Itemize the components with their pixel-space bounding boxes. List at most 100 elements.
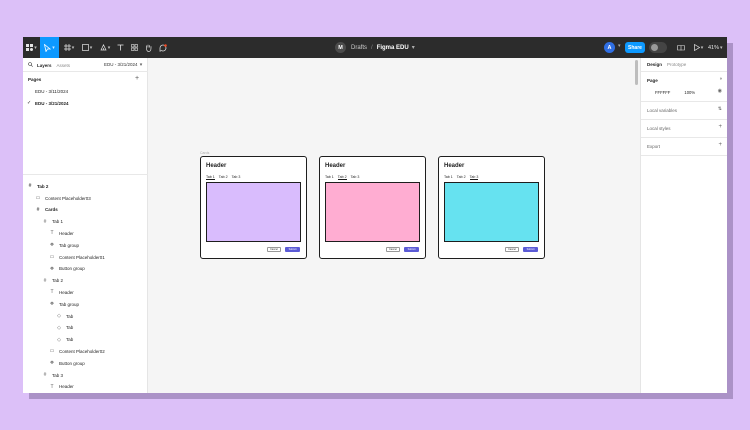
card-tab[interactable]: Tab 3 — [469, 175, 479, 180]
local-styles-label[interactable]: Local styles — [647, 126, 671, 131]
present-button[interactable]: ▾ — [691, 37, 706, 58]
tab-layers[interactable]: Layers — [37, 63, 52, 68]
search-icon[interactable] — [28, 62, 33, 68]
fill-opacity-value[interactable]: 100% — [684, 90, 695, 95]
shape-tool-button[interactable]: ▾ — [78, 37, 96, 58]
layer-label: Header — [59, 384, 74, 390]
tab-prototype[interactable]: Prototype — [667, 62, 686, 67]
card-tab[interactable]: Tab 1 — [325, 175, 334, 180]
move-tool-button[interactable]: ▾ — [40, 37, 59, 58]
cancel-button[interactable]: Cancel — [267, 247, 281, 252]
layer-label: Tab 3 — [52, 372, 64, 378]
pen-tool-button[interactable]: ▾ — [96, 37, 114, 58]
card-tab[interactable]: Tab 2 — [337, 175, 347, 180]
layer-item[interactable]: T Header — [49, 230, 73, 237]
layer-item[interactable]: ◇ Tab — [56, 313, 73, 319]
tab-assets[interactable]: Assets — [57, 63, 71, 68]
content-placeholder — [206, 182, 301, 242]
layer-item[interactable]: ❖ Button group — [49, 266, 85, 272]
card-tab[interactable]: Tab 2 — [457, 175, 466, 180]
page-item[interactable]: EDU - 3/11/2024 — [35, 89, 68, 94]
layer-label: Button group — [59, 360, 85, 366]
main-menu-button[interactable]: ▾ — [23, 37, 40, 58]
submit-button[interactable]: Submit — [285, 247, 300, 252]
chevron-down-icon: ▾ — [107, 44, 111, 51]
zoom-control[interactable]: 41% ▾ — [708, 37, 723, 58]
library-button[interactable] — [675, 37, 687, 58]
breadcrumb: M Drafts / Figma EDU ▾ — [335, 37, 415, 58]
cancel-button[interactable]: Cancel — [386, 247, 400, 252]
page-fill-row[interactable]: FFFFFF 100% — [655, 90, 695, 95]
chevron-down-icon[interactable]: ▾ — [618, 43, 621, 49]
add-export-icon[interactable]: + — [718, 142, 722, 148]
chevron-down-icon: ▾ — [139, 62, 143, 68]
card-tab[interactable]: Tab 2 — [219, 175, 228, 180]
canvas[interactable]: Cards Header Tab 1 Tab 2 Tab 3 Cancel Submit H… — [148, 58, 640, 393]
layer-label: Tab — [66, 337, 74, 343]
layer-item[interactable]: ▭ Content Placeholder02 — [49, 348, 105, 354]
text-icon — [117, 44, 124, 51]
variables-icon[interactable]: ⇅ — [718, 107, 722, 112]
card-frame[interactable]: Header Tab 1 Tab 2 Tab 3 Cancel Submit — [438, 156, 545, 259]
selected-layer-header[interactable]: # Tab 2 — [27, 183, 49, 189]
tab-design[interactable]: Design — [647, 62, 662, 67]
layer-item[interactable]: ❖ Tab group — [49, 242, 79, 248]
frame-label[interactable]: Cards — [200, 151, 209, 155]
chevron-down-icon[interactable]: ▾ — [412, 44, 415, 51]
frame-icon: # — [43, 372, 47, 378]
export-label[interactable]: Export — [647, 144, 660, 149]
breadcrumb-folder[interactable]: Drafts — [351, 45, 367, 51]
layer-item[interactable]: ◇ Tab — [56, 325, 73, 331]
submit-button[interactable]: Submit — [523, 247, 538, 252]
card-tab-group: Tab 1 Tab 2 Tab 3 — [325, 175, 363, 180]
toggle-knob — [651, 44, 658, 51]
canvas-scrollbar[interactable] — [635, 60, 638, 85]
figma-window: ▾ ▾ ▾ ▾ ▾ M Drafts / Figma EDU ▾ A ▾ Sha… — [23, 37, 727, 393]
card-frame[interactable]: Header Tab 1 Tab 2 Tab 3 Cancel Submit — [319, 156, 426, 259]
layer-item[interactable]: # Cards — [35, 207, 58, 213]
local-variables-label[interactable]: Local variables — [647, 108, 677, 113]
checkmark-icon: ✓ — [27, 100, 32, 106]
rectangle-icon: ▭ — [49, 348, 55, 355]
dev-mode-toggle[interactable] — [649, 42, 667, 53]
layer-item[interactable]: # Tab 1 — [42, 219, 63, 225]
toggle-visibility-icon[interactable]: ◑ — [719, 77, 722, 82]
card-tab[interactable]: Tab 1 — [444, 175, 453, 180]
layer-item[interactable]: T Header — [49, 384, 74, 390]
chevron-down-icon: ▾ — [720, 44, 723, 51]
text-icon: T — [50, 230, 54, 237]
layer-label: Tab — [66, 325, 74, 331]
layer-item[interactable]: ▭ Content Placeholder03 — [35, 195, 91, 201]
right-panel: Design Prototype Page ◑ FFFFFF 100% ◉ Lo… — [640, 58, 727, 393]
share-button[interactable]: Share — [625, 42, 645, 53]
layer-item[interactable]: T Header — [49, 289, 73, 295]
collaborator-avatar[interactable]: A — [604, 42, 615, 53]
add-page-icon[interactable]: + — [135, 75, 139, 82]
card-frame[interactable]: Header Tab 1 Tab 2 Tab 3 Cancel Submit — [200, 156, 307, 259]
layer-item[interactable]: ❖ Button group — [49, 360, 85, 366]
frame-tool-button[interactable]: ▾ — [60, 37, 78, 58]
page-selector[interactable]: EDU - 3/21/2024 ▾ — [104, 62, 142, 68]
breadcrumb-file-name[interactable]: Figma EDU — [377, 45, 409, 51]
card-tab[interactable]: Tab 3 — [232, 175, 241, 180]
layer-item[interactable]: # Tab 2 — [42, 278, 63, 284]
hand-tool-button[interactable] — [141, 37, 155, 58]
comment-tool-button[interactable] — [155, 37, 170, 58]
card-tab-group: Tab 1 Tab 2 Tab 3 — [444, 175, 482, 180]
fill-hex-value[interactable]: FFFFFF — [655, 90, 670, 95]
eye-icon[interactable]: ◉ — [718, 89, 722, 94]
page-item-selected[interactable]: EDU - 3/21/2024 — [35, 101, 69, 106]
layer-item[interactable]: ◇ Tab — [56, 337, 73, 343]
add-style-icon[interactable]: + — [718, 124, 722, 130]
card-tab[interactable]: Tab 3 — [351, 175, 360, 180]
card-tab[interactable]: Tab 1 — [206, 175, 215, 180]
resources-tool-button[interactable] — [127, 37, 141, 58]
submit-button[interactable]: Submit — [404, 247, 419, 252]
text-tool-button[interactable] — [114, 37, 127, 58]
cancel-button[interactable]: Cancel — [505, 247, 519, 252]
layer-label: Tab 1 — [52, 219, 64, 225]
layer-item[interactable]: # Tab 3 — [42, 372, 63, 378]
layer-item[interactable]: ❖ Tab group — [49, 301, 79, 307]
user-avatar: M — [335, 42, 346, 53]
layer-item[interactable]: ▭ Content Placeholder01 — [49, 254, 105, 260]
